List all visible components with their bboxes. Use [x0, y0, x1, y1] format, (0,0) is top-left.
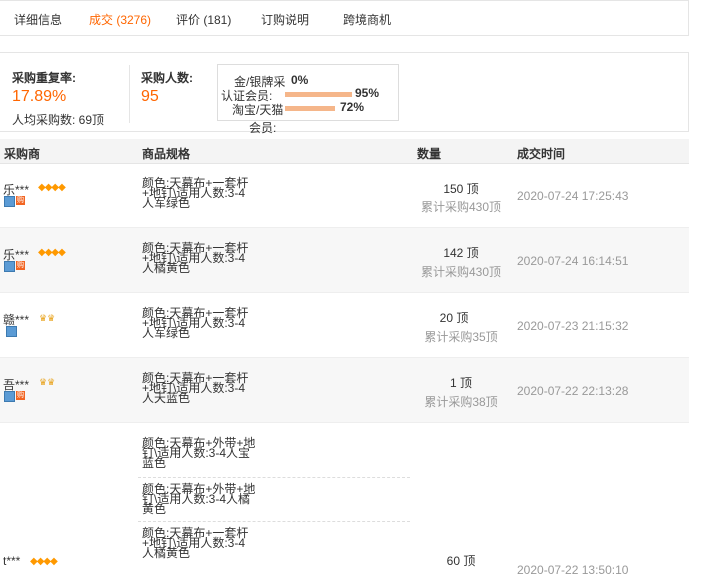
transaction-time: 2020-07-24 17:25:43	[517, 189, 629, 203]
tab-details[interactable]: 详细信息	[14, 11, 62, 28]
diamond-rating-icon: ◆◆◆◆	[30, 556, 58, 567]
membership-icon: 购	[16, 196, 25, 205]
ratio-value-taobao: 72%	[340, 100, 365, 114]
header-time: 成交时间	[517, 147, 566, 161]
crown-rating-icon: ♛♛	[39, 377, 56, 387]
repurchase-rate-label: 采购重复率:	[12, 71, 76, 85]
membership-icon: 购	[16, 391, 25, 400]
verified-icon	[6, 326, 17, 337]
product-spec: 颜色:天幕布+一套杆+地钉\适用人数:3-4人军绿色	[142, 176, 249, 210]
diamond-rating-icon: ◆◆◆◆	[38, 247, 66, 258]
buyer-count-label: 采购人数:	[141, 71, 193, 85]
table-row: 乐*** ◆◆◆◆ 购 颜色:天幕布+一套杆+地钉\适用人数:3-4人橘黄色 1…	[0, 228, 689, 293]
buyer-name[interactable]: t***	[3, 554, 20, 568]
product-spec: 颜色:天幕布+外带+地钉\适用人数:3-4人橘黄色	[142, 482, 256, 516]
quantity: 142 顶	[443, 246, 479, 260]
table-row: 乐*** ◆◆◆◆ 购 颜色:天幕布+一套杆+地钉\适用人数:3-4人军绿色 1…	[0, 164, 689, 228]
transaction-time: 2020-07-24 16:14:51	[517, 254, 629, 268]
table-header: 采购商 商品规格 数量 成交时间	[0, 139, 689, 164]
spec-divider	[138, 477, 410, 478]
tab-bar: 详细信息 成交 (3276) 评价 (181) 订购说明 跨境商机	[0, 0, 689, 36]
diamond-rating-icon: ◆◆◆◆	[38, 182, 66, 193]
tab-order-notes[interactable]: 订购说明	[261, 11, 309, 28]
crown-rating-icon: ♛♛	[39, 313, 56, 323]
quantity: 150 顶	[443, 182, 479, 196]
tab-cross-border[interactable]: 跨境商机	[343, 11, 391, 28]
table-row: 赣*** ♛♛ 颜色:天幕布+一套杆+地钉\适用人数:3-4人军绿色 20 顶 …	[0, 293, 689, 358]
verified-icon	[4, 261, 15, 272]
ratio-label-taobao: 淘宝/天猫	[232, 103, 284, 117]
ratio-label-member: 会员:	[249, 121, 277, 135]
table-row: 吾*** ♛♛ 购 颜色:天幕布+一套杆+地钉\适用人数:3-4人天蓝色 1 顶…	[0, 358, 689, 423]
transaction-time: 2020-07-23 21:15:32	[517, 319, 629, 333]
cumulative-purchase: 累计采购38顶	[424, 395, 498, 409]
purchase-summary: 采购重复率: 17.89% 人均采购数: 69顶 采购人数: 95 金/银牌采 …	[0, 52, 689, 135]
product-spec: 颜色:天幕布+一套杆+地钉\适用人数:3-4人橘黄色	[142, 241, 249, 275]
membership-icon: 购	[16, 261, 25, 270]
product-spec: 颜色:天幕布+外带+地钉\适用人数:3-4人宝蓝色	[142, 436, 256, 470]
cumulative-purchase: 累计采购35顶	[424, 330, 498, 344]
ratio-value-certified: 95%	[355, 86, 380, 100]
product-spec: 颜色:天幕布+一套杆+地钉\适用人数:3-4人橘黄色	[142, 526, 249, 560]
cumulative-purchase: 累计采购430顶	[420, 265, 502, 279]
cumulative-purchase: 累计采购430顶	[420, 200, 502, 214]
header-buyer: 采购商	[4, 147, 41, 161]
verified-icon	[4, 196, 15, 207]
quantity: 1 顶	[449, 376, 472, 390]
repurchase-rate-value: 17.89%	[12, 88, 67, 105]
avg-purchase-label: 人均采购数: 69顶	[12, 113, 105, 127]
buyer-count-value: 95	[141, 88, 159, 105]
summary-divider	[129, 65, 130, 123]
spec-divider	[138, 521, 410, 522]
quantity: 60 顶	[446, 554, 476, 568]
header-spec: 商品规格	[142, 147, 191, 161]
tab-transactions[interactable]: 成交 (3276)	[89, 11, 151, 28]
ratio-bar-certified	[285, 92, 352, 97]
transaction-time: 2020-07-22 22:13:28	[517, 384, 629, 398]
header-quantity: 数量	[417, 147, 442, 161]
tab-reviews[interactable]: 评价 (181)	[176, 11, 231, 28]
product-spec: 颜色:天幕布+一套杆+地钉\适用人数:3-4人军绿色	[142, 306, 249, 340]
verified-icon	[4, 391, 15, 402]
ratio-bar-taobao	[285, 106, 335, 111]
product-spec: 颜色:天幕布+一套杆+地钉\适用人数:3-4人天蓝色	[142, 371, 249, 405]
ratio-value-gold: 0%	[291, 73, 309, 87]
transaction-time: 2020-07-22 13:50:10	[517, 563, 629, 577]
buyer-ratio-panel: 金/银牌采 0% 认证会员: 95% 淘宝/天猫 72%	[217, 64, 399, 121]
table-row: 颜色:天幕布+外带+地钉\适用人数:3-4人宝蓝色 颜色:天幕布+外带+地钉\适…	[0, 423, 689, 577]
quantity: 20 顶	[439, 311, 469, 325]
